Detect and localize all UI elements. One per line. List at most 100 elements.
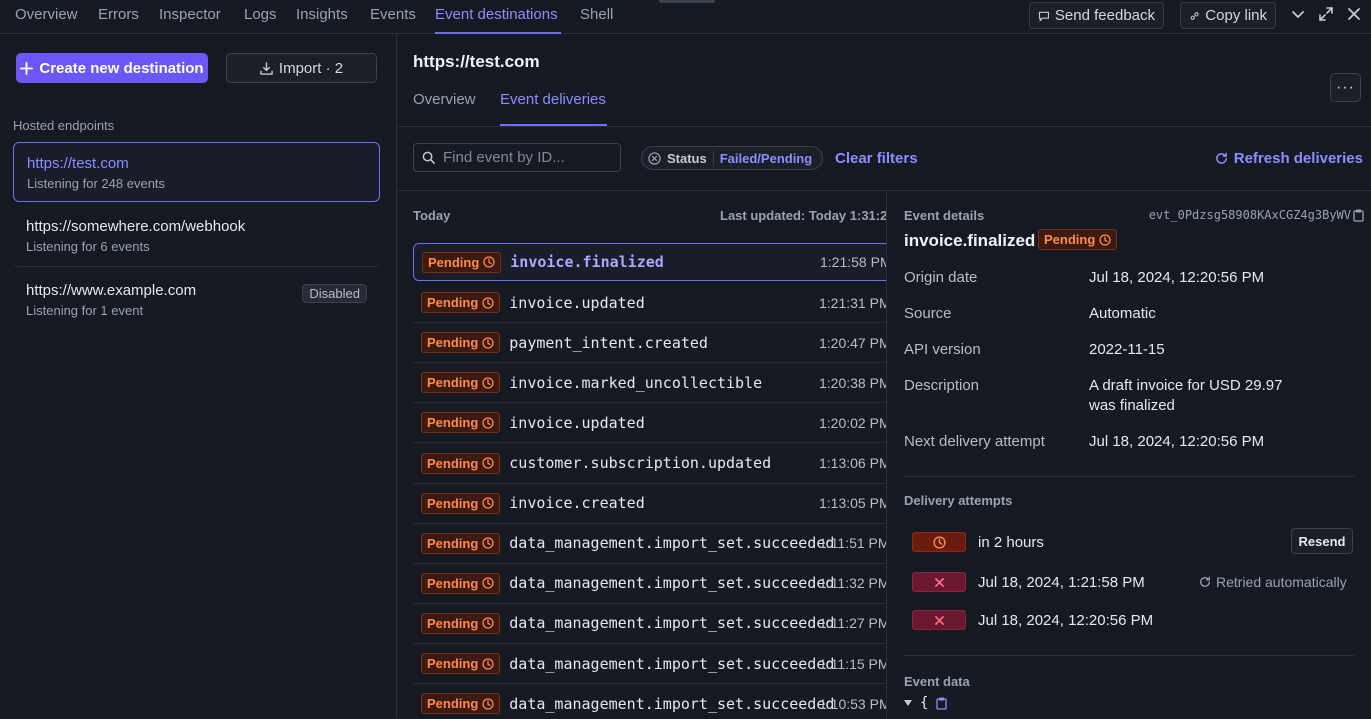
endpoint-item-somewhere[interactable]: https://somewhere.com/webhook Listening … [13, 206, 380, 267]
copy-icon[interactable] [936, 697, 948, 710]
origin-date-value: Jul 18, 2024, 12:20:56 PM [1089, 269, 1265, 286]
drag-handle[interactable] [659, 0, 715, 3]
event-deliveries-list: Today Last updated: Today 1:31:29 PM Pen… [397, 191, 886, 719]
nav-tab-shell[interactable]: Shell [580, 6, 613, 23]
refresh-deliveries-button[interactable]: Refresh deliveries [1215, 150, 1363, 167]
pending-badge: Pending [421, 572, 501, 594]
search-icon [422, 151, 435, 164]
status-badge: Pending [1038, 229, 1118, 250]
event-row[interactable]: Pending data_management.import_set.succee… [413, 684, 886, 719]
status-filter-chip[interactable]: Status Failed/Pending [641, 146, 824, 170]
divider [904, 655, 1354, 656]
endpoint-item-test[interactable]: https://test.com Listening for 248 event… [13, 142, 380, 202]
resend-button[interactable]: Resend [1291, 528, 1353, 554]
caret-down-icon[interactable] [904, 699, 912, 707]
attempt-time: Jul 18, 2024, 1:21:58 PM [978, 574, 1145, 591]
clock-icon [482, 377, 494, 389]
event-row[interactable]: Pending invoice.updated 1:21:31 PM [413, 283, 886, 324]
nav-tab-inspector[interactable]: Inspector [159, 6, 221, 23]
clear-filters-button[interactable]: Clear filters [835, 150, 918, 167]
json-open-brace: { [920, 695, 929, 711]
event-search-box[interactable] [413, 143, 621, 172]
event-type: data_management.import_set.succeeded [509, 534, 835, 553]
pending-badge-label: Pending [427, 575, 479, 591]
event-time: 1:13:05 PM [819, 495, 886, 512]
group-label-today: Today [413, 208, 451, 223]
clock-icon [482, 417, 494, 429]
copy-icon[interactable] [1353, 209, 1364, 222]
event-type: invoice.marked_uncollectible [509, 373, 763, 392]
clock-icon [482, 497, 494, 509]
clock-icon [482, 296, 494, 309]
event-row[interactable]: Pending data_management.import_set.succee… [413, 644, 886, 684]
endpoint-url: https://somewhere.com/webhook [26, 218, 246, 235]
event-type: data_management.import_set.succeeded [509, 694, 835, 713]
event-title: invoice.finalized [904, 231, 1036, 250]
import-button[interactable]: Import · 2 [226, 53, 377, 83]
description-label: Description [904, 377, 980, 394]
event-time: 1:20:47 PM [819, 334, 886, 351]
nav-tab-logs[interactable]: Logs [244, 6, 277, 23]
nav-tab-errors[interactable]: Errors [98, 6, 139, 23]
pending-badge: Pending [421, 693, 501, 715]
clock-icon [482, 617, 494, 630]
attempt-time: Jul 18, 2024, 12:20:56 PM [978, 612, 1154, 629]
pending-badge-label: Pending [427, 335, 479, 351]
nav-tab-overview[interactable]: Overview [15, 6, 78, 23]
event-time: 1:11:15 PM [819, 655, 886, 672]
event-row[interactable]: Pending data_management.import_set.succee… [413, 524, 886, 564]
event-time: 1:11:32 PM [819, 575, 886, 592]
copy-link-button[interactable]: Copy link [1180, 2, 1276, 29]
last-updated-label: Last updated: Today 1:31:29 PM [720, 208, 886, 223]
divider [904, 476, 1354, 477]
nav-tab-events[interactable]: Events [370, 6, 416, 23]
pending-badge-label: Pending [427, 615, 479, 631]
event-row[interactable]: Pending customer.subscription.updated 1:13… [413, 444, 886, 484]
event-type: invoice.finalized [510, 253, 664, 271]
create-destination-button[interactable]: Create new destination [16, 53, 208, 83]
tab-event-deliveries[interactable]: Event deliveries [500, 91, 606, 108]
next-delivery-label: Next delivery attempt [904, 433, 1045, 450]
event-row[interactable]: Pending data_management.import_set.succee… [413, 604, 886, 644]
chevron-down-icon[interactable] [1290, 6, 1306, 22]
pending-badge: Pending [421, 492, 501, 514]
pending-badge: Pending [421, 332, 501, 354]
event-row[interactable]: Pending invoice.updated 1:20:02 PM [413, 403, 886, 444]
event-time: 1:21:58 PM [820, 254, 886, 270]
event-row[interactable]: Pending data_management.import_set.succee… [413, 564, 886, 604]
event-row[interactable]: Pending payment_intent.created 1:20:47 PM [413, 323, 886, 364]
more-options-button[interactable]: ··· [1330, 73, 1361, 102]
expand-icon[interactable] [1318, 6, 1334, 22]
clock-icon [1099, 233, 1111, 246]
pending-badge: Pending [421, 532, 501, 554]
event-row[interactable]: Pending invoice.marked_uncollectible 1:20:… [413, 363, 886, 404]
event-row[interactable]: Pending invoice.created 1:13:05 PM [413, 484, 886, 524]
event-time: 1:10:53 PM [819, 695, 886, 712]
next-delivery-value: Jul 18, 2024, 12:20:56 PM [1089, 433, 1265, 450]
failed-attempt-badge [912, 610, 966, 630]
delivery-attempts-label: Delivery attempts [904, 493, 1013, 508]
event-row[interactable]: Pending invoice.finalized 1:21:58 PM [413, 243, 886, 281]
status-filter-label: Status [667, 150, 707, 166]
description-value-line2: was finalized [1089, 397, 1175, 414]
nav-tab-insights[interactable]: Insights [296, 6, 348, 23]
pending-badge: Pending [421, 292, 501, 314]
endpoint-item-example[interactable]: https://www.example.com Listening for 1 … [13, 270, 380, 330]
json-root-line[interactable]: { [904, 695, 948, 711]
retry-icon [1200, 576, 1210, 587]
close-icon[interactable] [1346, 6, 1362, 22]
tab-overview[interactable]: Overview [413, 91, 476, 108]
active-tab-indicator [435, 32, 561, 34]
search-input[interactable] [443, 149, 613, 166]
event-time: 1:21:31 PM [819, 294, 886, 311]
remove-filter-icon[interactable] [648, 151, 661, 165]
clock-icon [482, 537, 494, 549]
nav-tab-event-destinations[interactable]: Event destinations [435, 6, 558, 23]
plus-icon [20, 61, 34, 75]
destination-title: https://test.com [413, 52, 540, 71]
clock-icon [482, 337, 494, 349]
send-feedback-button[interactable]: Send feedback [1029, 2, 1164, 29]
top-nav-bar: Overview Errors Inspector Logs Insights … [0, 0, 1371, 34]
pending-badge-label: Pending [427, 656, 479, 671]
event-id: evt_0Pdzsg58908KAxCGZ4g3ByWV [1148, 208, 1351, 222]
